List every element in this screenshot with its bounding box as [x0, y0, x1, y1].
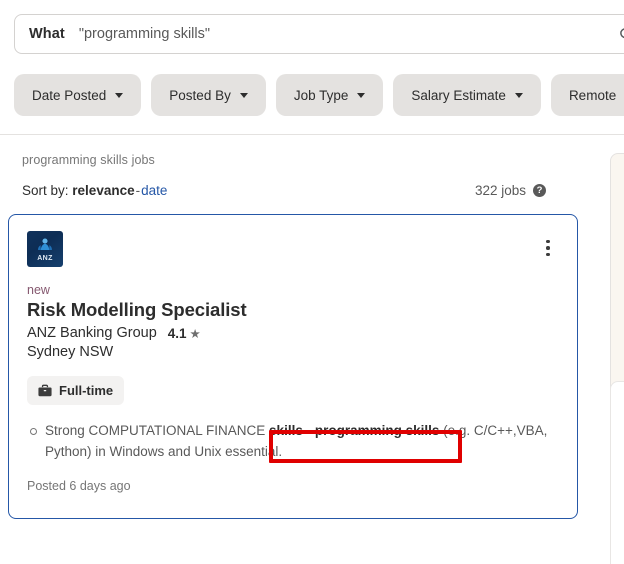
- job-card[interactable]: ANZ new Risk Modelling Specialist ANZ Ba…: [8, 214, 578, 519]
- results-header: programming skills jobs Sort by: relevan…: [0, 135, 594, 198]
- company-logo-text: ANZ: [37, 254, 53, 262]
- job-snippet-list: Strong COMPUTATIONAL FINANCE skills - pr…: [27, 421, 559, 463]
- sort-relevance[interactable]: relevance: [72, 183, 134, 198]
- help-icon[interactable]: ?: [533, 184, 546, 197]
- briefcase-icon: [38, 384, 52, 397]
- what-label: What: [29, 26, 65, 42]
- filter-remote[interactable]: Remote: [550, 74, 624, 116]
- search-icon[interactable]: [613, 21, 624, 47]
- company-name[interactable]: ANZ Banking Group: [27, 325, 157, 341]
- filter-posted-by-label: Posted By: [169, 87, 231, 103]
- filter-job-type[interactable]: Job Type: [275, 74, 384, 116]
- filter-date-posted[interactable]: Date Posted: [14, 74, 142, 116]
- filter-date-posted-label: Date Posted: [32, 87, 107, 103]
- job-detail-pane-body-partial[interactable]: [610, 381, 624, 564]
- snippet-text-before: Strong COMPUTATIONAL FINANCE: [45, 423, 270, 439]
- job-type-badge: Full-time: [27, 376, 125, 406]
- job-card-header: ANZ: [27, 231, 559, 267]
- sort-date[interactable]: date: [141, 183, 167, 198]
- sort-by-label: Sort by:: [22, 183, 69, 198]
- filter-salary-estimate[interactable]: Salary Estimate: [393, 74, 541, 116]
- results-heading: programming skills jobs: [22, 153, 155, 167]
- job-title[interactable]: Risk Modelling Specialist: [27, 298, 559, 322]
- search-input[interactable]: "programming skills": [79, 26, 618, 42]
- filter-job-type-label: Job Type: [293, 87, 349, 103]
- sort-controls: Sort by: relevance-date: [22, 183, 167, 198]
- new-badge: new: [27, 283, 50, 297]
- job-count: 322 jobs: [474, 183, 526, 198]
- job-location: Sydney NSW: [27, 344, 114, 361]
- job-count-area: 322 jobs ?: [475, 183, 546, 198]
- job-snippet-item: Strong COMPUTATIONAL FINANCE skills - pr…: [27, 421, 559, 463]
- anz-lotus-icon: [38, 237, 52, 250]
- company-line: ANZ Banking Group 4.1 ★: [27, 325, 559, 341]
- chevron-down-icon: [115, 92, 124, 98]
- kebab-dot: [546, 239, 550, 244]
- chevron-down-icon: [357, 92, 366, 98]
- company-rating: 4.1: [167, 325, 187, 341]
- search-bar[interactable]: What "programming skills": [14, 14, 624, 54]
- filter-remote-label: Remote: [568, 87, 617, 103]
- kebab-menu-icon[interactable]: [535, 235, 561, 261]
- sort-row: Sort by: relevance-date 322 jobs ?: [22, 183, 572, 198]
- chevron-down-icon: [239, 92, 248, 98]
- filter-posted-by[interactable]: Posted By: [151, 74, 266, 116]
- search-header: What "programming skills" Date Posted Po…: [0, 0, 624, 135]
- posted-date: Posted 6 days ago: [27, 478, 131, 493]
- company-logo: ANZ: [27, 231, 63, 267]
- kebab-dot: [546, 252, 550, 257]
- filter-salary-estimate-label: Salary Estimate: [411, 87, 506, 103]
- star-icon: ★: [189, 326, 201, 341]
- chevron-down-icon: [514, 92, 523, 98]
- content-area: programming skills jobs Sort by: relevan…: [0, 135, 624, 564]
- job-type-label: Full-time: [59, 383, 114, 399]
- snippet-highlight: skills - programming skills: [269, 423, 440, 439]
- kebab-dot: [546, 246, 550, 250]
- filter-row: Date Posted Posted By Job Type Salary Es…: [0, 54, 624, 134]
- results-column: programming skills jobs Sort by: relevan…: [0, 135, 594, 519]
